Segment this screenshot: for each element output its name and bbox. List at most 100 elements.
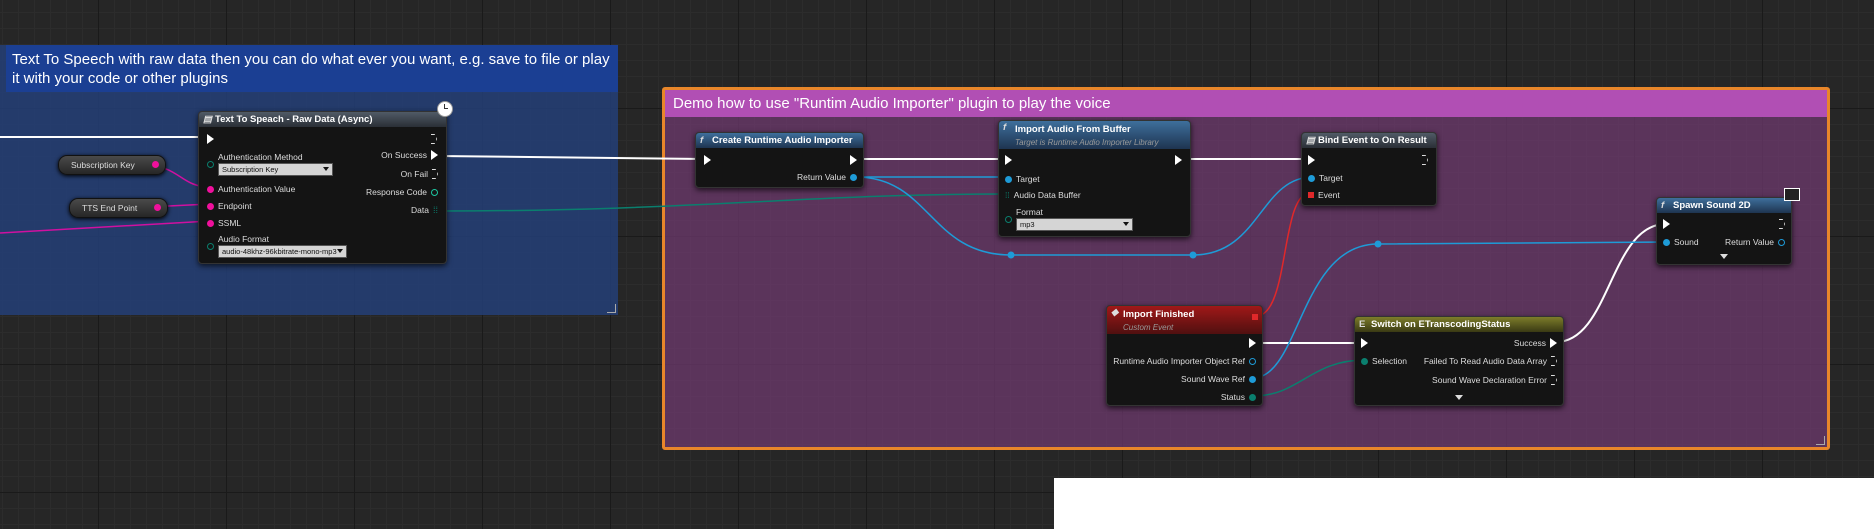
pin-label: Response Code	[366, 187, 427, 197]
string-pin-icon	[207, 185, 214, 193]
exec-out-pin[interactable]	[1249, 338, 1256, 348]
exec-in-pin[interactable]	[1308, 155, 1315, 165]
function-icon: f	[700, 135, 704, 146]
exec-arrow-icon	[1551, 375, 1557, 385]
pin-label: Return Value	[1725, 237, 1774, 247]
exec-in-pin[interactable]	[1663, 219, 1670, 229]
pin-label: Endpoint	[218, 201, 252, 211]
sound-wave-ref-pin[interactable]: Sound Wave Ref	[1181, 374, 1256, 384]
sound-wave-error-pin[interactable]: Sound Wave Declaration Error	[1432, 375, 1557, 385]
node-create-runtime-audio-importer[interactable]: f Create Runtime Audio Importer Return V…	[695, 132, 864, 188]
pin-label: Sound Wave Declaration Error	[1432, 375, 1547, 385]
exec-out-pin[interactable]	[1779, 219, 1785, 229]
enum-switch-icon: E	[1359, 319, 1366, 330]
ssml-pin[interactable]: SSML	[207, 218, 241, 228]
node-bind-event-on-result[interactable]: ▤ Bind Event to On Result Target Event	[1301, 132, 1437, 206]
node-title: ◆ Import Finished Custom Event	[1107, 306, 1262, 334]
node-title-text: Switch on ETranscodingStatus	[1371, 319, 1511, 330]
string-pin-icon[interactable]	[152, 161, 159, 168]
target-pin[interactable]: Target	[1308, 173, 1343, 183]
node-title: ▤ Bind Event to On Result	[1302, 133, 1436, 148]
auth-method-pin[interactable]: Authentication Method Subscription Key	[207, 152, 333, 176]
on-success-pin[interactable]: On Success	[381, 150, 438, 160]
delegate-wire	[1255, 192, 1311, 317]
node-import-finished-event[interactable]: ◆ Import Finished Custom Event Runtime A…	[1106, 305, 1263, 406]
response-code-pin[interactable]: Response Code	[366, 187, 438, 197]
node-switch-transcoding-status[interactable]: E Switch on ETranscodingStatus Selection…	[1354, 316, 1564, 406]
variable-subscription-key[interactable]: Subscription Key	[58, 155, 166, 175]
expand-arrow-icon[interactable]	[1720, 254, 1728, 259]
exec-out-pin[interactable]	[850, 155, 857, 165]
expand-arrow-icon[interactable]	[1455, 395, 1463, 400]
event-pin[interactable]: Event	[1308, 190, 1340, 200]
audio-data-buffer-pin[interactable]: ⁞⁞ Audio Data Buffer	[1005, 190, 1081, 200]
pin-label: Target	[1319, 173, 1343, 183]
exec-out-pin[interactable]	[431, 134, 437, 144]
pin-label: Status	[1220, 392, 1245, 402]
exec-in-pin[interactable]	[1005, 155, 1012, 165]
object-pin-icon	[1308, 174, 1315, 182]
exec-in-pin[interactable]	[704, 155, 711, 165]
delegate-output-pin[interactable]	[1252, 314, 1258, 320]
exec-arrow-icon	[432, 169, 438, 179]
return-value-pin[interactable]: Return Value	[1725, 237, 1785, 247]
pin-label: Audio Format	[218, 234, 270, 244]
enum-pin-icon	[1005, 215, 1012, 223]
failed-read-pin[interactable]: Failed To Read Audio Data Array	[1424, 356, 1557, 366]
target-pin[interactable]: Target	[1005, 174, 1040, 184]
pin-label: Event	[1318, 190, 1340, 200]
audio-format-pin[interactable]: Audio Format audio-48khz-96kbitrate-mono…	[207, 234, 347, 258]
status-pin[interactable]: Status	[1221, 392, 1256, 402]
pin-label: Data	[411, 205, 429, 215]
sound-pin[interactable]: Sound	[1663, 237, 1699, 247]
enum-pin-icon	[207, 242, 214, 250]
exec-in-pin[interactable]	[1361, 338, 1368, 348]
object-pin-icon	[1778, 238, 1785, 246]
auth-value-pin[interactable]: Authentication Value	[207, 184, 295, 194]
selection-pin[interactable]: Selection	[1361, 356, 1407, 366]
node-spawn-sound-2d[interactable]: f Spawn Sound 2D Sound Return Value	[1656, 197, 1792, 265]
exec-wire	[437, 155, 707, 160]
node-import-audio-from-buffer[interactable]: f Import Audio From Buffer Target is Run…	[998, 120, 1191, 237]
exec-in-pin[interactable]	[207, 134, 214, 144]
reroute-knot	[1007, 251, 1015, 259]
pin-label: Runtime Audio Importer Object Ref	[1113, 356, 1245, 366]
node-title-text: Bind Event to On Result	[1318, 135, 1427, 146]
exec-out-pin[interactable]	[1422, 155, 1428, 165]
format-dropdown[interactable]: mp3	[1016, 218, 1133, 231]
format-group: Format mp3	[1016, 207, 1133, 231]
auth-method-dropdown[interactable]: Subscription Key	[218, 163, 333, 176]
string-pin-icon	[207, 202, 214, 210]
pin-label: On Fail	[400, 169, 428, 179]
node-title-text: Text To Speach - Raw Data (Async)	[215, 114, 373, 125]
reroute-knot	[1189, 251, 1197, 259]
latent-clock-icon	[437, 101, 453, 117]
exec-arrow-icon	[1422, 155, 1428, 165]
function-icon: f	[1661, 200, 1665, 211]
exec-arrow-icon	[1308, 155, 1315, 165]
node-text-to-speech-raw[interactable]: ▤ Text To Speach - Raw Data (Async) Auth…	[198, 111, 447, 264]
exec-out-pin[interactable]	[1175, 155, 1182, 165]
variable-tts-end-point[interactable]: TTS End Point	[69, 198, 168, 218]
string-pin-icon[interactable]	[154, 204, 161, 211]
data-pin[interactable]: Data ⁞⁞	[411, 205, 438, 215]
object-pin-icon	[1249, 375, 1256, 383]
pin-label: Sound Wave Ref	[1181, 374, 1245, 384]
format-pin[interactable]: Format mp3	[1005, 207, 1133, 231]
success-pin[interactable]: Success	[1514, 338, 1557, 348]
delegate-pin-icon	[1308, 192, 1314, 198]
pin-label: Authentication Value	[218, 184, 296, 194]
audio-format-dropdown[interactable]: audio-48khz-96kbitrate-mono-mp3	[218, 245, 347, 258]
return-value-pin[interactable]: Return Value	[797, 172, 857, 182]
function-icon: f	[1003, 122, 1007, 133]
pin-label: SSML	[218, 218, 242, 228]
pin-label: Sound	[1674, 237, 1699, 247]
importer-ref-pin[interactable]: Runtime Audio Importer Object Ref	[1113, 356, 1256, 366]
array-pin-icon: ⁞⁞	[432, 205, 438, 215]
reroute-knot	[1374, 240, 1382, 248]
endpoint-pin[interactable]: Endpoint	[207, 201, 252, 211]
pin-label: Success	[1513, 338, 1546, 348]
node-title: f Import Audio From Buffer Target is Run…	[999, 121, 1190, 149]
pin-label: Target	[1016, 174, 1040, 184]
on-fail-pin[interactable]: On Fail	[401, 169, 438, 179]
